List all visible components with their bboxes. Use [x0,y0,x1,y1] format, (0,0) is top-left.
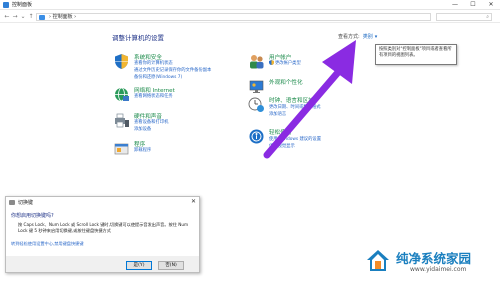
dialog-question: 你想启用切换键吗? [11,213,54,219]
category-heading[interactable]: 轻松使用 [269,128,291,136]
search-input[interactable]: ⌕ [436,13,492,21]
address-row: ← → ⌄ ↑ › 控制面板 › ⌕ [0,11,500,23]
category-link[interactable]: 查看你的计算机状态 [134,60,173,66]
watermark: 纯净系统家园 www.yidaimei.com [362,241,498,279]
yes-button[interactable]: 是(Y) [126,261,152,270]
category-link[interactable]: 优化视觉显示 [269,143,295,149]
uac-shield-icon [269,60,274,65]
category-link[interactable]: 通过文件历史记录保存你的文件备份副本 [134,67,211,73]
window-title: 控制面板 [12,2,33,8]
view-by-tooltip: 按照类别对"控制面板"项目或者查看所有项目的视图列表。 [375,44,457,65]
title-bar: 控制面板 — ☐ ✕ [0,0,500,10]
breadcrumb[interactable]: › 控制面板 › [49,14,76,21]
ease-of-access-icon[interactable] [248,128,265,145]
dialog-body: 你想启用切换键吗? 按 Caps Lock、Num Lock 或 Scroll … [6,208,199,256]
category-heading[interactable]: 时钟、语言和区域 [269,96,314,104]
view-by-dropdown[interactable]: 类别 [363,34,373,40]
search-icon: ⌕ [486,14,489,20]
forward-button[interactable]: → [11,13,19,21]
view-by-label: 查看方式: [338,34,360,40]
up-button[interactable]: ↑ [27,13,35,21]
category-link[interactable]: 查看设备和打印机 [134,119,168,125]
category-heading[interactable]: 外观和个性化 [269,78,303,86]
printer-speaker-icon[interactable] [113,112,130,129]
clock-globe-icon[interactable] [248,96,265,113]
recent-locations-button[interactable]: ⌄ [19,13,27,21]
control-panel-icon [3,2,9,8]
watermark-brand: 纯净系统家园 [396,251,472,266]
no-button[interactable]: 否(N) [158,261,184,270]
watermark-url: www.yidaimei.com [410,266,467,273]
close-button[interactable]: ✕ [482,0,500,10]
keyboard-icon [9,200,15,205]
control-panel-window: 控制面板 — ☐ ✕ ← → ⌄ ↑ › 控制面板 › ⌕ 调整计算机的设置 查… [0,0,500,282]
dialog-message: 按 Caps Lock、Num Lock 或 Scroll Lock 键时,切换… [18,222,189,233]
category-link[interactable]: 查看网络状态和任务 [134,93,173,99]
category-link[interactable]: 更改帐户类型 [275,60,301,66]
category-link[interactable]: 卸载程序 [134,147,151,153]
dialog-title-bar: 切换键 ✕ [6,197,199,208]
maximize-button[interactable]: ☐ [464,0,482,10]
ease-of-access-settings-link[interactable]: 转到轻松使用设置中心,禁用键盘快捷键 [11,241,84,247]
shield-icon[interactable] [113,53,130,70]
users-icon[interactable] [248,53,265,70]
category-link[interactable]: 更改日期、时间或数字格式 [269,104,321,110]
category-link[interactable]: 添加语言 [269,111,286,117]
dialog-close-button[interactable]: ✕ [191,198,196,205]
control-panel-small-icon [39,15,45,20]
category-link[interactable]: 使用 Windows 建议的设置 [269,136,321,142]
dialog-title: 切换键 [18,200,34,206]
network-globe-icon[interactable] [113,86,130,103]
view-by: 查看方式: 类别 ▾ [338,33,377,40]
chevron-down-icon[interactable]: ▾ [375,34,378,40]
page-title: 调整计算机的设置 [112,34,164,42]
category-link[interactable]: 添加设备 [134,126,151,132]
address-bar[interactable]: › 控制面板 › [36,13,431,21]
minimize-button[interactable]: — [446,0,464,10]
back-button[interactable]: ← [3,13,11,21]
category-link[interactable]: 备份和还原(Windows 7) [134,74,182,80]
toggle-keys-dialog: 切换键 ✕ 你想启用切换键吗? 按 Caps Lock、Num Lock 或 S… [5,196,200,273]
house-logo-icon [367,250,389,271]
programs-icon[interactable] [113,140,130,157]
appearance-icon[interactable] [248,78,265,95]
